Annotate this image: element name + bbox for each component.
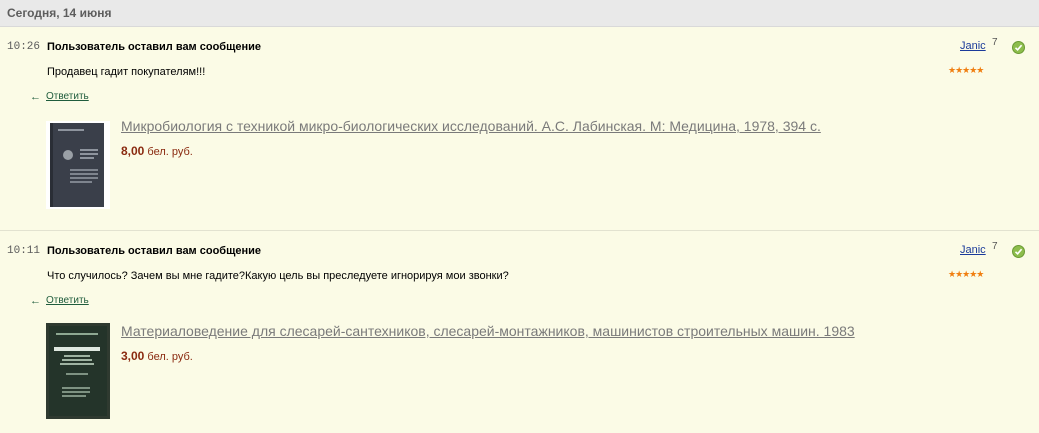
reply-link[interactable]: Ответить [46,294,89,308]
message-text: Что случилось? Зачем вы мне гадите?Какую… [47,270,509,282]
message-subject: Пользователь оставил вам сообщение [47,245,262,257]
message-text: Продавец гадит покупателям!!! [47,66,206,78]
message-time: 10:11 [7,245,41,257]
reply-arrow-icon: ← [30,91,41,103]
verified-check-icon [1012,245,1025,258]
seller-stars: ★★★★★ [948,65,984,75]
message-item: 10:26 Пользователь оставил вам сообщение… [0,27,1039,231]
price-value: 8,00 [121,144,145,158]
message-item: 10:11 Пользователь оставил вам сообщение… [0,231,1039,433]
seller-stars: ★★★★★ [948,269,984,279]
verified-check-icon [1012,41,1025,54]
price-value: 3,00 [121,349,145,363]
book-title-link[interactable]: Микробиология с техникой микро-биологиче… [121,118,821,134]
book-cover-image[interactable] [46,323,110,419]
book-price: 3,00 бел. руб. [121,349,193,363]
day-header-date: Сегодня, 14 июня [7,6,112,20]
price-currency: бел. руб. [147,351,193,363]
reply-link[interactable]: Ответить [46,90,89,104]
price-currency: бел. руб. [147,146,193,158]
book-cover-image[interactable] [46,121,110,209]
message-time: 10:26 [7,41,41,53]
book-title-link[interactable]: Материаловедение для слесарей-сантехнико… [121,323,855,339]
user-rating: 7 [992,241,998,252]
user-rating: 7 [992,37,998,48]
book-price: 8,00 бел. руб. [121,144,193,158]
reply-arrow-icon: ← [30,295,41,307]
message-subject: Пользователь оставил вам сообщение [47,41,262,53]
user-link[interactable]: Janic [960,244,986,256]
user-link[interactable]: Janic [960,40,986,52]
day-header: Сегодня, 14 июня [0,0,1039,27]
